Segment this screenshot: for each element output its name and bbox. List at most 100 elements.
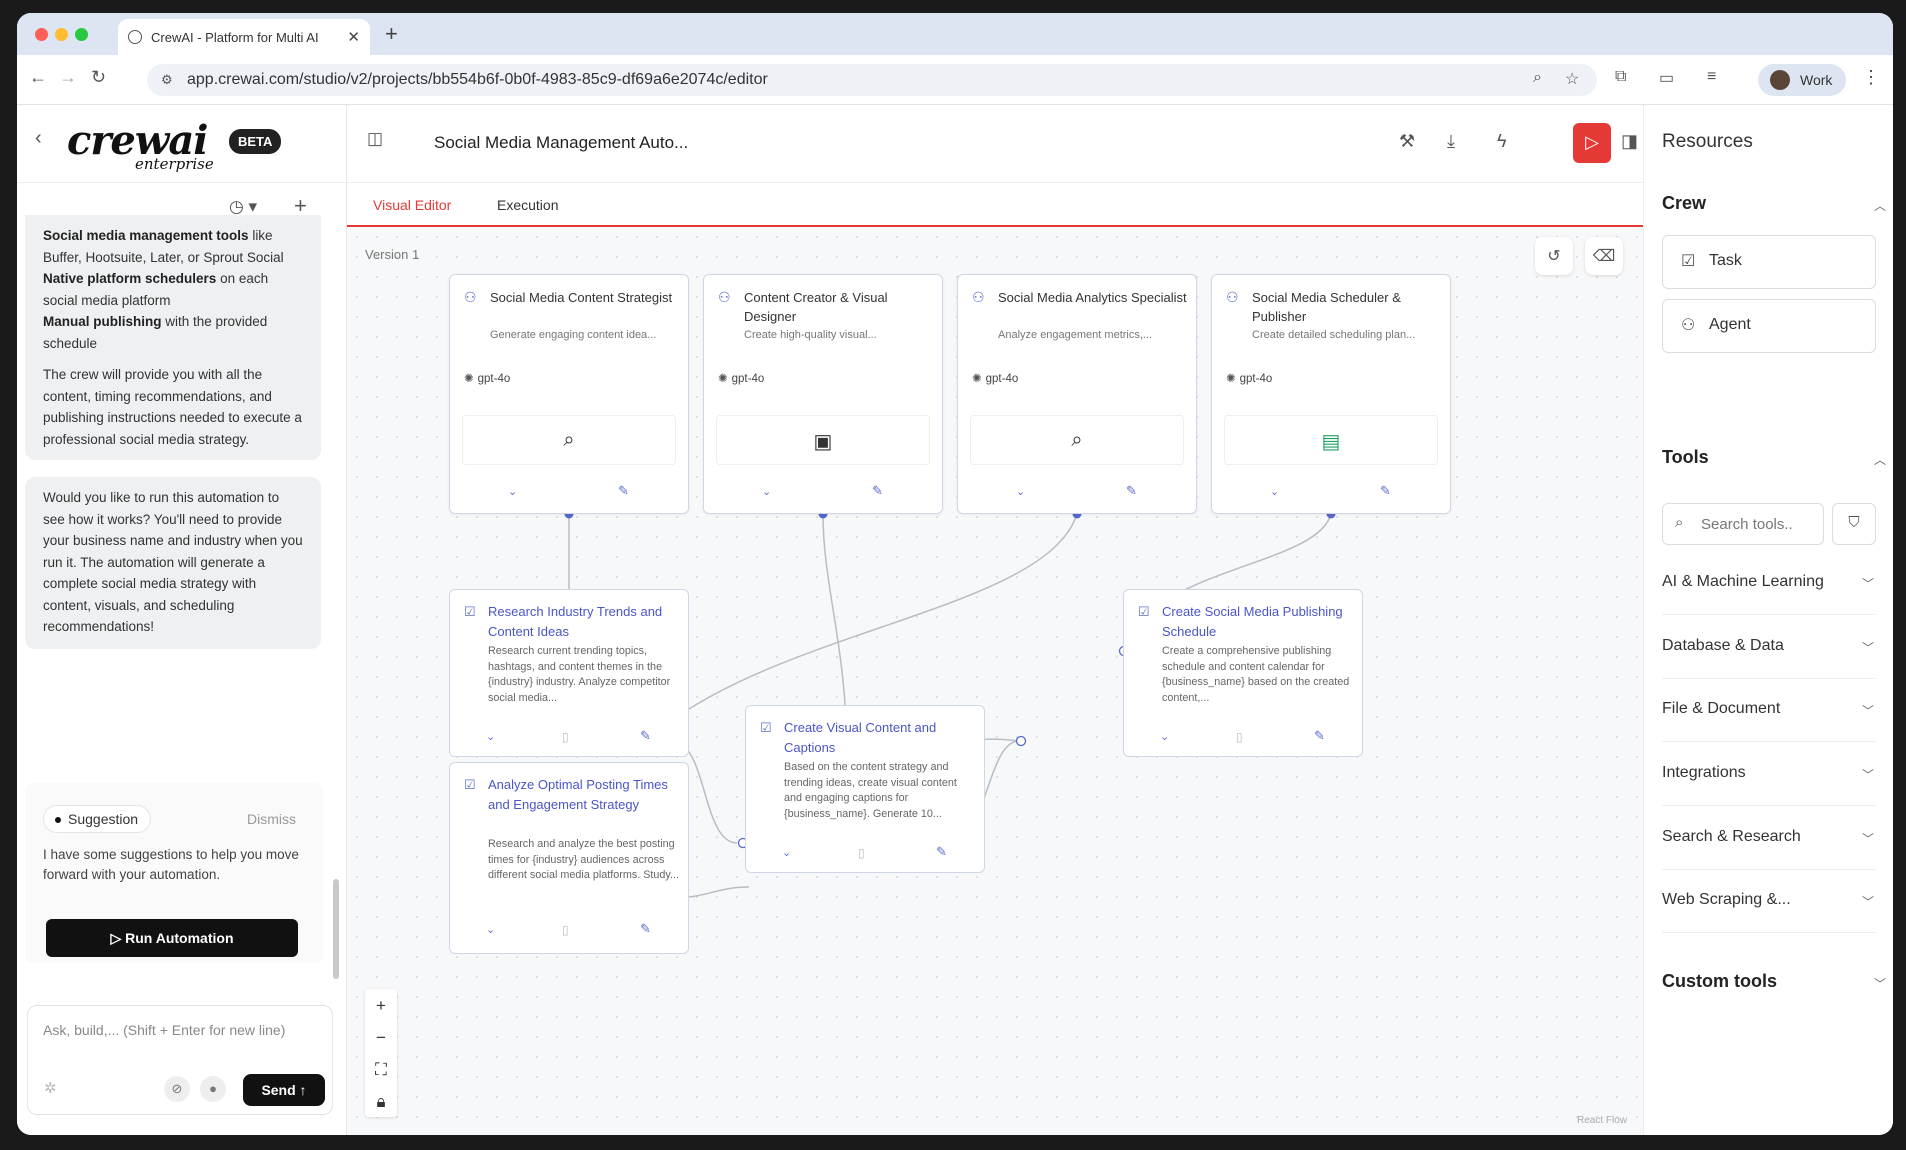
site-settings-icon[interactable]: ⚙ xyxy=(161,72,173,88)
task-node[interactable]: ☑ Research Industry Trends and Content I… xyxy=(449,589,689,757)
minimize-window-button[interactable] xyxy=(55,28,68,41)
fit-view-icon[interactable]: ⛶ xyxy=(365,1053,397,1085)
document-icon[interactable]: ▯ xyxy=(562,923,569,937)
editor-tabs: Visual Editor Execution xyxy=(347,183,1643,230)
new-tab-icon[interactable]: + xyxy=(385,21,398,47)
agent-model: ✺ gpt-4o xyxy=(464,371,510,385)
forward-icon[interactable]: → xyxy=(59,67,77,88)
category-label: Database & Data xyxy=(1662,637,1784,654)
document-icon[interactable]: ▯ xyxy=(1236,730,1243,744)
browser-menu-icon[interactable]: ⋮ xyxy=(1862,67,1880,88)
category-integrations[interactable]: Integrations ﹀ xyxy=(1662,742,1876,806)
toggle-sidebar-icon[interactable]: ◫ xyxy=(367,129,383,149)
close-window-button[interactable] xyxy=(35,28,48,41)
search-icon[interactable]: ⌕ xyxy=(462,415,676,465)
back-chevron-icon[interactable]: ‹ xyxy=(35,127,42,150)
category-search-research[interactable]: Search & Research ﹀ xyxy=(1662,806,1876,870)
chevron-down-icon[interactable]: ⌄ xyxy=(1160,730,1169,743)
tools-section-title[interactable]: Tools xyxy=(1662,447,1709,468)
media-control-icon[interactable]: ≡ xyxy=(1707,68,1716,86)
document-icon[interactable]: ▯ xyxy=(562,730,569,744)
search-tools-input[interactable]: ⌕ Search tools.. xyxy=(1662,503,1824,545)
toggle-panel-icon[interactable]: ◨ xyxy=(1621,131,1638,152)
profile-button[interactable]: Work xyxy=(1758,64,1846,96)
download-icon[interactable]: ⤓ xyxy=(1447,131,1455,152)
chevron-up-icon[interactable]: ︿ xyxy=(1874,197,1886,214)
eraser-icon[interactable]: ⌫ xyxy=(1585,237,1623,275)
edit-icon[interactable]: ✎ xyxy=(640,921,651,937)
category-web-scraping[interactable]: Web Scraping &... ﹀ xyxy=(1662,869,1876,933)
image-icon[interactable]: ▣ xyxy=(716,415,930,465)
agent-node[interactable]: ⚇ Content Creator & Visual Designer Crea… xyxy=(703,274,943,514)
sparkle-icon[interactable]: ✲ xyxy=(44,1079,57,1097)
chevron-down-icon[interactable]: ⌄ xyxy=(782,846,791,859)
category-file-document[interactable]: File & Document ﹀ xyxy=(1662,678,1876,742)
task-button[interactable]: ☑ Task xyxy=(1662,235,1876,289)
chevron-down-icon[interactable]: ﹀ xyxy=(1874,975,1886,992)
tab-execution[interactable]: Execution xyxy=(497,197,558,213)
agent-node[interactable]: ⚇ Social Media Analytics Specialist Anal… xyxy=(957,274,1197,514)
task-node[interactable]: ☑ Create Social Media Publishing Schedul… xyxy=(1123,589,1363,757)
filter-icon[interactable]: ⛉ xyxy=(1832,503,1876,545)
send-button[interactable]: Send ↑ xyxy=(243,1074,325,1106)
edit-icon[interactable]: ✎ xyxy=(1314,728,1325,744)
sheets-icon[interactable]: ▤ xyxy=(1224,415,1438,465)
wrench-icon[interactable]: ⚒ xyxy=(1399,131,1415,152)
edit-icon[interactable]: ✎ xyxy=(936,844,947,860)
back-icon[interactable]: ← xyxy=(29,67,47,88)
extensions-icon[interactable]: ⧉ xyxy=(1615,68,1626,86)
agent-node[interactable]: ⚇ Social Media Scheduler & Publisher Cre… xyxy=(1211,274,1451,514)
task-node[interactable]: ☑ Create Visual Content and Captions Bas… xyxy=(745,705,985,873)
url-field[interactable]: ⚙ app.crewai.com/studio/v2/projects/bb55… xyxy=(147,64,1597,96)
bookmark-star-icon[interactable]: ☆ xyxy=(1565,69,1579,89)
reload-icon[interactable]: ↻ xyxy=(91,67,106,88)
react-flow-attribution[interactable]: React Flow xyxy=(1577,1115,1627,1126)
category-label: Web Scraping &... xyxy=(1662,891,1791,908)
chevron-down-icon: ﹀ xyxy=(1861,832,1874,846)
agent-node[interactable]: ⚇ Social Media Content Strategist Genera… xyxy=(449,274,689,514)
document-icon[interactable]: ▯ xyxy=(858,846,865,860)
edit-icon[interactable]: ✎ xyxy=(618,483,629,499)
edit-icon[interactable]: ✎ xyxy=(872,483,883,499)
chat-input[interactable]: Ask, build,... (Shift + Enter for new li… xyxy=(27,1005,333,1115)
bolt-icon[interactable]: ϟ xyxy=(1497,131,1507,152)
chevron-down-icon: ﹀ xyxy=(1861,577,1874,591)
agent-button[interactable]: ⚇ Agent xyxy=(1662,299,1876,353)
crew-section-title[interactable]: Crew xyxy=(1662,193,1706,214)
chevron-up-icon[interactable]: ︿ xyxy=(1874,451,1886,468)
chevron-down-icon[interactable]: ⌄ xyxy=(1016,485,1025,498)
flow-canvas[interactable]: Version 1 ↺ ⌫ ⚇ Social Media Content Str… xyxy=(347,227,1643,1135)
run-crew-button[interactable]: ▷ xyxy=(1573,123,1611,163)
edit-icon[interactable]: ✎ xyxy=(640,728,651,744)
history-icon[interactable]: ◷ ▾ xyxy=(229,197,257,217)
edit-icon[interactable]: ✎ xyxy=(1380,483,1391,499)
task-node[interactable]: ☑ Analyze Optimal Posting Times and Enga… xyxy=(449,762,689,954)
chevron-down-icon[interactable]: ⌄ xyxy=(1270,485,1279,498)
chevron-down-icon[interactable]: ⌄ xyxy=(762,485,771,498)
category-ai-ml[interactable]: AI & Machine Learning ﹀ xyxy=(1662,551,1876,615)
category-database[interactable]: Database & Data ﹀ xyxy=(1662,615,1876,679)
attach-icon[interactable]: ⊘ xyxy=(164,1076,190,1102)
search-icon[interactable]: ⌕ xyxy=(970,415,1184,465)
dismiss-button[interactable]: Dismiss xyxy=(247,811,296,827)
cast-icon[interactable]: ▭ xyxy=(1659,68,1674,88)
custom-tools-title[interactable]: Custom tools xyxy=(1662,971,1777,992)
chevron-down-icon[interactable]: ⌄ xyxy=(486,923,495,936)
close-tab-icon[interactable]: ✕ xyxy=(347,28,360,46)
zoom-icon[interactable]: ⌕ xyxy=(1533,69,1542,87)
lock-icon[interactable]: 🔒︎ xyxy=(365,1085,397,1117)
zoom-in-icon[interactable]: + xyxy=(365,989,397,1021)
run-automation-button[interactable]: ▷ Run Automation xyxy=(46,919,298,957)
microphone-icon[interactable]: ● xyxy=(200,1076,226,1102)
browser-tab[interactable]: CrewAI - Platform for Multi AI ✕ xyxy=(118,19,370,55)
chevron-down-icon[interactable]: ⌄ xyxy=(508,485,517,498)
chevron-down-icon[interactable]: ⌄ xyxy=(486,730,495,743)
maximize-window-button[interactable] xyxy=(75,28,88,41)
person-icon: ⚇ xyxy=(464,289,477,305)
tab-visual-editor[interactable]: Visual Editor xyxy=(373,197,452,230)
model-label: gpt-4o xyxy=(731,373,765,385)
zoom-out-icon[interactable]: − xyxy=(365,1021,397,1053)
chat-scrollbar[interactable] xyxy=(333,879,339,979)
undo-icon[interactable]: ↺ xyxy=(1535,237,1573,275)
edit-icon[interactable]: ✎ xyxy=(1126,483,1137,499)
